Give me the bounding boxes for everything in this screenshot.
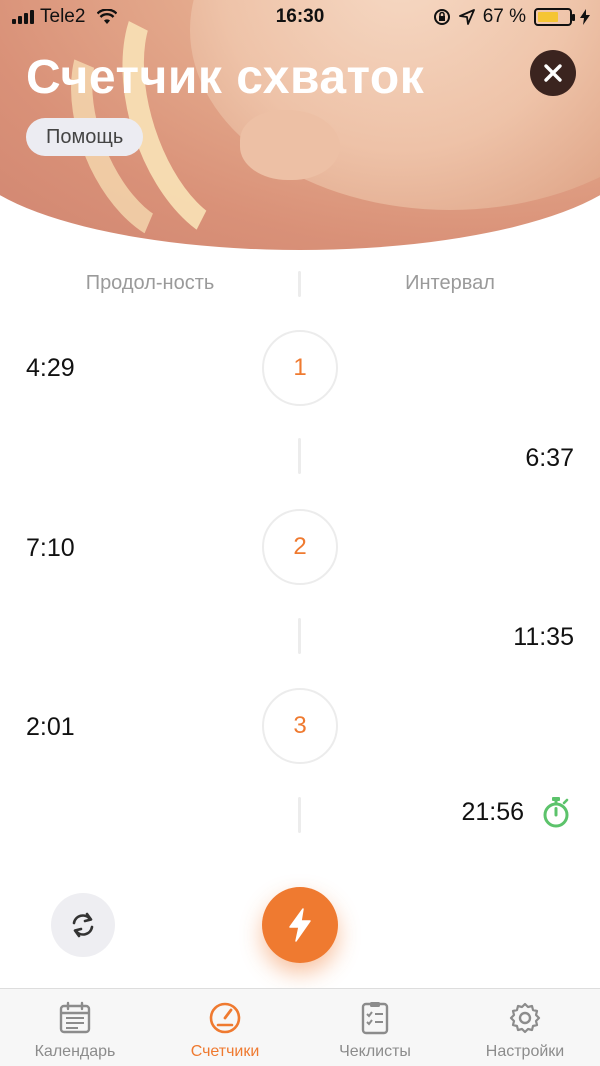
- charging-icon: [580, 9, 590, 25]
- close-button[interactable]: [530, 50, 576, 96]
- tab-label: Чеклисты: [339, 1043, 411, 1060]
- lightning-icon: [289, 908, 311, 942]
- timeline-divider: [298, 438, 301, 474]
- battery-percent: 67 %: [482, 6, 526, 27]
- contraction-duration: 4:29: [26, 354, 75, 382]
- tab-calendar[interactable]: Календарь: [0, 989, 150, 1066]
- start-contraction-button[interactable]: [262, 887, 338, 963]
- close-icon: [544, 64, 562, 82]
- calendar-icon: [59, 1001, 91, 1034]
- contraction-duration: 7:10: [26, 534, 75, 562]
- tab-label: Календарь: [34, 1043, 116, 1060]
- timeline-divider: [298, 797, 301, 833]
- checklist-icon: [361, 1002, 389, 1035]
- contraction-number: 3: [262, 688, 338, 764]
- contraction-interval: 6:37: [525, 444, 574, 472]
- contraction-number: 1: [262, 330, 338, 406]
- tab-label: Настройки: [485, 1043, 565, 1060]
- current-interval-row: 21:56: [461, 796, 570, 828]
- page-title: Счетчик схваток: [26, 51, 425, 104]
- timeline-divider: [298, 618, 301, 654]
- interval-column-header: Интервал: [405, 272, 495, 294]
- battery-icon: [534, 8, 575, 26]
- reset-button[interactable]: [51, 893, 115, 957]
- tab-bar: Календарь Счетчики Чеклисты Настройки: [0, 988, 600, 1066]
- hero-hand-illustration: [240, 110, 340, 180]
- tab-checklists[interactable]: Чеклисты: [300, 989, 450, 1066]
- orientation-lock-icon: [433, 9, 450, 25]
- tab-settings[interactable]: Настройки: [450, 989, 600, 1066]
- contraction-interval: 21:56: [461, 797, 524, 826]
- refresh-icon: [72, 912, 94, 938]
- contraction-number: 2: [262, 509, 338, 585]
- status-right-group: 67 %: [433, 6, 590, 28]
- tab-counters[interactable]: Счетчики: [150, 989, 300, 1066]
- status-bar: Tele2 16:30 67 %: [0, 0, 600, 34]
- location-icon: [458, 9, 475, 25]
- gauge-icon: [209, 1002, 241, 1034]
- help-button[interactable]: Помощь: [26, 118, 144, 156]
- stopwatch-icon: [543, 797, 569, 828]
- gear-icon: [509, 1002, 541, 1034]
- duration-column-header: Продол-ность: [85, 272, 215, 294]
- tab-label: Счетчики: [190, 1043, 260, 1060]
- contraction-interval: 11:35: [513, 623, 574, 651]
- contraction-duration: 2:01: [26, 713, 75, 741]
